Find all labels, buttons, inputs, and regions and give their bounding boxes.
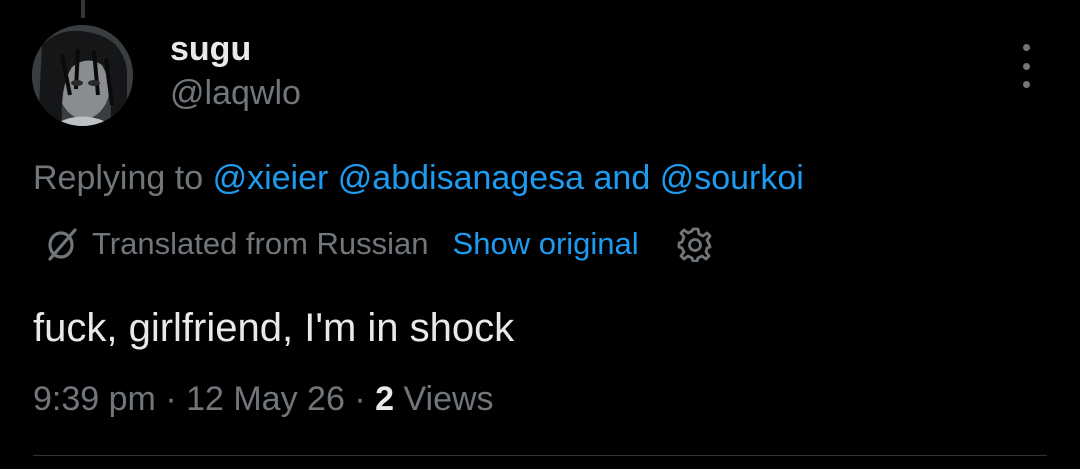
translate-icon [48,228,77,261]
tweet-date[interactable]: 12 May 26 [186,380,345,418]
mention-link-sourkoi[interactable]: @sourkoi [660,159,804,197]
meta-separator: · [354,380,366,418]
translation-bar: Translated from Russian Show original [44,222,713,266]
more-dot-icon [1022,62,1030,70]
divider [33,455,1047,456]
thread-connector-line [81,0,85,18]
views-label[interactable]: Views [403,380,493,418]
more-options-button[interactable] [1010,44,1042,88]
meta-separator: · [165,380,177,418]
replying-to-label: Replying to [33,159,204,197]
gear-icon[interactable] [677,226,713,262]
views-count[interactable]: 2 [375,380,394,418]
mention-conjunction: and [593,159,651,197]
mention-link-abdisanagesa[interactable]: @abdisanagesa [338,159,584,197]
show-original-link[interactable]: Show original [453,226,639,262]
avatar[interactable] [32,25,133,126]
translated-from-label: Translated from Russian [92,226,429,261]
more-dot-icon [1022,81,1030,88]
author-display-name[interactable]: sugu [170,29,251,69]
mention-link-xieier[interactable]: @xieier [213,159,329,197]
tweet-meta: 9:39 pm · 12 May 26 · 2 Views [33,377,494,421]
tweet-text: fuck, girlfriend, I'm in shock [33,306,515,350]
author-handle[interactable]: @laqwlo [170,73,301,113]
tweet-time[interactable]: 9:39 pm [33,380,156,418]
replying-to-line: Replying to @xieier @abdisanagesa and @s… [33,157,804,199]
more-dot-icon [1022,44,1030,51]
